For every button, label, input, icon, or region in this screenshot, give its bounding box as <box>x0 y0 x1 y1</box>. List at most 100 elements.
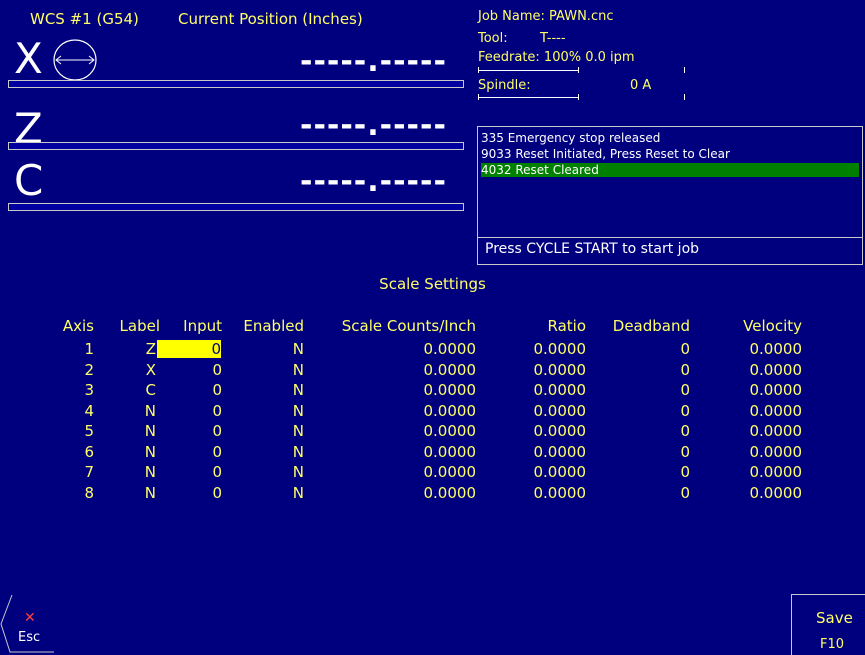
table-cell-enabled[interactable]: N <box>293 463 304 481</box>
axis-letter-c: C <box>14 156 44 205</box>
table-cell-label[interactable]: C <box>146 381 156 399</box>
prompt-box: Press CYCLE START to start job <box>477 236 863 265</box>
save-label: Save <box>816 609 853 627</box>
table-cell-ratio[interactable]: 0.0000 <box>534 381 587 399</box>
feedrate-tick-mid <box>578 67 579 73</box>
column-header-axis: Axis <box>62 317 94 335</box>
table-cell-enabled[interactable]: N <box>293 422 304 440</box>
table-cell-scale-counts[interactable]: 0.0000 <box>424 402 477 420</box>
table-cell-ratio[interactable]: 0.0000 <box>534 463 587 481</box>
column-header-scale-counts: Scale Counts/Inch <box>341 317 476 335</box>
table-cell-deadband[interactable]: 0 <box>680 402 690 420</box>
table-cell-velocity[interactable]: 0.0000 <box>750 361 803 379</box>
table-cell-label[interactable]: N <box>145 443 156 461</box>
message-log: 335 Emergency stop released 9033 Reset I… <box>477 126 863 238</box>
table-cell-axis[interactable]: 3 <box>84 381 94 399</box>
table-cell-velocity[interactable]: 0.0000 <box>750 340 803 358</box>
table-cell-label[interactable]: N <box>145 484 156 502</box>
spindle-value: 0 A <box>630 78 652 93</box>
spindle-label: Spindle: <box>478 78 531 93</box>
table-cell-scale-counts[interactable]: 0.0000 <box>424 340 477 358</box>
table-cell-enabled[interactable]: N <box>293 340 304 358</box>
dro-bar-z <box>8 142 464 150</box>
table-cell-scale-counts[interactable]: 0.0000 <box>424 443 477 461</box>
esc-button[interactable]: ✕ Esc <box>0 594 55 654</box>
wcs-label: WCS #1 (G54) <box>30 10 139 28</box>
table-cell-axis[interactable]: 5 <box>84 422 94 440</box>
message-line-highlighted: 4032 Reset Cleared <box>481 163 859 177</box>
save-key-label: F10 <box>820 637 845 652</box>
tool-value: T---- <box>540 31 566 46</box>
dro-value-x: -----.----- <box>300 44 447 79</box>
table-cell-enabled[interactable]: N <box>293 484 304 502</box>
position-title: Current Position (Inches) <box>178 10 363 28</box>
table-cell-label[interactable]: N <box>145 422 156 440</box>
column-header-ratio: Ratio <box>547 317 586 335</box>
table-cell-input-selected[interactable]: 0 <box>157 340 221 358</box>
feedrate-tick-start <box>478 67 479 73</box>
table-cell-scale-counts[interactable]: 0.0000 <box>424 381 477 399</box>
table-cell-ratio[interactable]: 0.0000 <box>534 443 587 461</box>
table-cell-deadband[interactable]: 0 <box>680 381 690 399</box>
table-cell-axis[interactable]: 8 <box>84 484 94 502</box>
table-cell-deadband[interactable]: 0 <box>680 361 690 379</box>
table-cell-deadband[interactable]: 0 <box>680 422 690 440</box>
table-cell-deadband[interactable]: 0 <box>680 443 690 461</box>
table-cell-scale-counts[interactable]: 0.0000 <box>424 484 477 502</box>
esc-label: Esc <box>18 630 41 645</box>
table-cell-axis[interactable]: 1 <box>84 340 94 358</box>
table-cell-label[interactable]: N <box>145 463 156 481</box>
x-icon: ✕ <box>24 610 36 626</box>
table-cell-input[interactable]: 0 <box>212 381 222 399</box>
table-cell-enabled[interactable]: N <box>293 402 304 420</box>
table-cell-velocity[interactable]: 0.0000 <box>750 381 803 399</box>
table-cell-scale-counts[interactable]: 0.0000 <box>424 463 477 481</box>
table-cell-ratio[interactable]: 0.0000 <box>534 484 587 502</box>
column-header-velocity: Velocity <box>743 317 802 335</box>
table-cell-input[interactable]: 0 <box>212 484 222 502</box>
dro-bar-c <box>8 203 464 211</box>
table-cell-velocity[interactable]: 0.0000 <box>750 463 803 481</box>
table-cell-scale-counts[interactable]: 0.0000 <box>424 422 477 440</box>
feedrate-line: Feedrate: 100% 0.0 ipm <box>478 50 635 65</box>
table-cell-input[interactable]: 0 <box>212 361 222 379</box>
table-cell-ratio[interactable]: 0.0000 <box>534 361 587 379</box>
column-header-enabled: Enabled <box>243 317 304 335</box>
table-cell-ratio[interactable]: 0.0000 <box>534 402 587 420</box>
table-cell-ratio[interactable]: 0.0000 <box>534 340 587 358</box>
dro-value-z: -----.----- <box>300 108 447 143</box>
table-cell-input[interactable]: 0 <box>212 422 222 440</box>
spindle-tick-mid <box>578 94 579 100</box>
table-cell-deadband[interactable]: 0 <box>680 340 690 358</box>
table-cell-input[interactable]: 0 <box>212 443 222 461</box>
table-cell-velocity[interactable]: 0.0000 <box>750 422 803 440</box>
table-cell-enabled[interactable]: N <box>293 443 304 461</box>
table-cell-ratio[interactable]: 0.0000 <box>534 422 587 440</box>
table-cell-scale-counts[interactable]: 0.0000 <box>424 361 477 379</box>
table-cell-label[interactable]: Z <box>146 340 156 358</box>
dro-bar-x <box>8 80 464 88</box>
table-cell-deadband[interactable]: 0 <box>680 463 690 481</box>
spindle-meter <box>478 97 578 98</box>
table-cell-velocity[interactable]: 0.0000 <box>750 484 803 502</box>
table-cell-enabled[interactable]: N <box>293 361 304 379</box>
spindle-tick-start <box>478 94 479 100</box>
table-cell-label[interactable]: N <box>145 402 156 420</box>
table-cell-label[interactable]: X <box>146 361 156 379</box>
table-cell-input[interactable]: 0 <box>212 463 222 481</box>
table-cell-input[interactable]: 0 <box>212 402 222 420</box>
table-cell-axis[interactable]: 6 <box>84 443 94 461</box>
column-header-input: Input <box>183 317 222 335</box>
feedrate-tick-end <box>684 67 685 73</box>
prompt-text: Press CYCLE START to start job <box>485 241 700 257</box>
table-cell-deadband[interactable]: 0 <box>680 484 690 502</box>
save-button[interactable]: Save F10 <box>791 594 865 655</box>
axis-letter-x: X <box>14 34 43 83</box>
table-cell-velocity[interactable]: 0.0000 <box>750 443 803 461</box>
table-cell-velocity[interactable]: 0.0000 <box>750 402 803 420</box>
table-cell-axis[interactable]: 7 <box>84 463 94 481</box>
table-cell-axis[interactable]: 2 <box>84 361 94 379</box>
table-cell-axis[interactable]: 4 <box>84 402 94 420</box>
column-header-label: Label <box>119 317 160 335</box>
table-cell-enabled[interactable]: N <box>293 381 304 399</box>
